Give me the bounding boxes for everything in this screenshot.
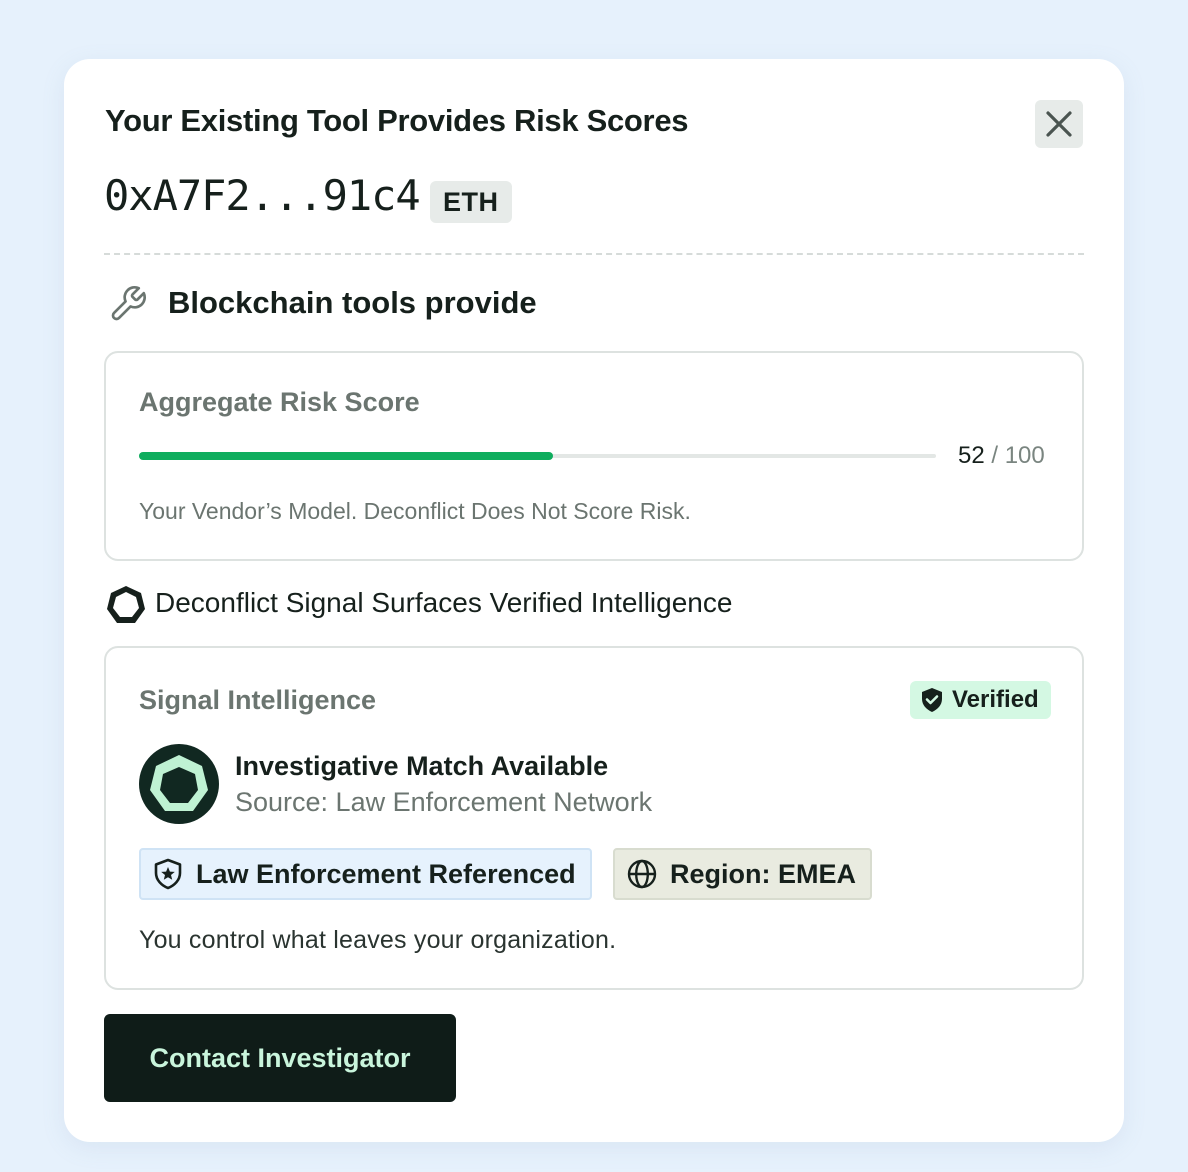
risk-progress-track — [139, 452, 936, 460]
tag-region: Region: EMEA — [613, 848, 872, 900]
signal-label: Signal Intelligence — [139, 685, 377, 715]
globe-icon — [627, 859, 657, 889]
deconflict-avatar-icon — [150, 755, 208, 811]
tag-region-label: Region: EMEA — [670, 858, 856, 889]
risk-score-label: Aggregate Risk Score — [139, 387, 420, 417]
control-note: You control what leaves your organizatio… — [139, 926, 617, 954]
shield-check-icon — [922, 688, 942, 712]
deconflict-logo-icon — [107, 586, 145, 623]
risk-progress-fill — [139, 452, 554, 460]
wallet-address: 0xA7F2...91c4 — [104, 171, 421, 220]
contact-investigator-button[interactable]: Contact Investigator — [104, 1014, 456, 1102]
risk-score-card: Aggregate Risk Score 52 / 100 Your Vendo… — [104, 351, 1084, 561]
close-button[interactable] — [1035, 100, 1083, 148]
tools-heading: Blockchain tools provide — [168, 285, 537, 320]
signal-intelligence-card: Signal Intelligence Verified Investigati… — [104, 646, 1084, 990]
close-icon — [1046, 111, 1072, 137]
tag-law-enforcement-label: Law Enforcement Referenced — [196, 858, 576, 889]
verified-badge: Verified — [910, 681, 1051, 719]
risk-score-note: Your Vendor’s Model. Deconflict Does Not… — [139, 498, 691, 524]
wrench-icon — [111, 286, 146, 321]
verified-label: Verified — [952, 686, 1039, 713]
avatar — [139, 744, 219, 824]
match-title: Investigative Match Available — [235, 751, 609, 781]
risk-dialog: Your Existing Tool Provides Risk Scores … — [64, 59, 1124, 1142]
risk-score-max: / 100 — [991, 442, 1045, 469]
dialog-title: Your Existing Tool Provides Risk Scores — [105, 103, 689, 138]
chain-badge: ETH — [430, 181, 512, 223]
signal-heading: Deconflict Signal Surfaces Verified Inte… — [155, 587, 733, 618]
risk-score-number: 52 — [958, 442, 985, 469]
divider — [104, 253, 1084, 255]
match-source: Source: Law Enforcement Network — [235, 787, 653, 817]
tag-law-enforcement: Law Enforcement Referenced — [139, 848, 592, 900]
badge-star-icon — [154, 858, 182, 890]
risk-score-value: 52 / 100 — [958, 442, 1045, 470]
